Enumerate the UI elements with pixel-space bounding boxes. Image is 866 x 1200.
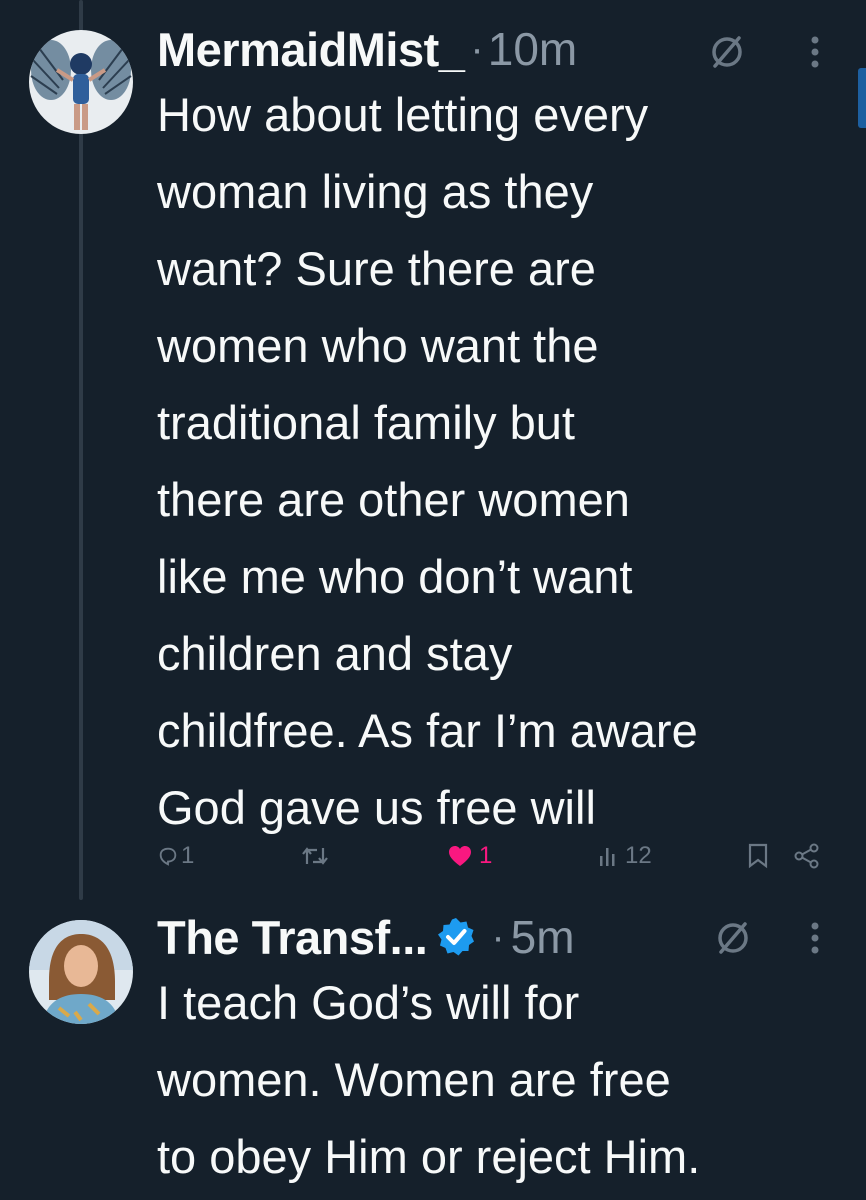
- tweet-text-line: traditional family but: [157, 396, 575, 449]
- tweet-text-line: childfree. As far I’m aware: [157, 704, 698, 757]
- bookmark-icon: [748, 843, 768, 869]
- tweet-text-line: How about letting every: [157, 88, 649, 141]
- views-icon: [600, 848, 615, 866]
- tweet-text-line: woman living as they: [157, 165, 594, 218]
- more-options-icon[interactable]: [809, 32, 821, 72]
- tweet-header: MermaidMist_ · 10m: [157, 12, 846, 86]
- tweet-text-line: women who want the: [157, 319, 599, 372]
- reply-button[interactable]: 1: [157, 836, 194, 876]
- tweet-actions: 1 1 12: [157, 836, 827, 876]
- like-count: 1: [479, 842, 493, 869]
- tweet-text-line: I teach God’s will for: [157, 976, 580, 1029]
- views-button[interactable]: 12: [597, 836, 652, 876]
- like-button[interactable]: 1: [447, 836, 492, 876]
- tweet-header: The Transf... · 5m: [157, 900, 846, 974]
- grok-icon[interactable]: [713, 918, 753, 958]
- retweet-icon: [302, 847, 328, 865]
- tweet-text-line: want? Sure there are: [157, 242, 596, 295]
- display-name[interactable]: The Transf...: [157, 910, 428, 965]
- retweet-button[interactable]: [301, 836, 329, 876]
- timestamp[interactable]: 10m: [488, 22, 577, 76]
- timestamp[interactable]: 5m: [511, 910, 575, 964]
- share-icon: [794, 843, 819, 869]
- tweet-text-line: women. Women are free: [157, 1053, 671, 1106]
- tweet[interactable]: The Transf... · 5m I teach God’s will fo…: [0, 900, 866, 1200]
- tweet-text-line: like me who don’t want: [157, 550, 633, 603]
- tweet-text-line: to obey Him or reject Him.: [157, 1130, 701, 1183]
- share-button[interactable]: [793, 836, 821, 876]
- tweet[interactable]: MermaidMist_ · 10m How about letting eve…: [0, 0, 866, 900]
- reply-count: 1: [181, 842, 195, 869]
- avatar[interactable]: [29, 920, 133, 1024]
- view-count: 12: [625, 842, 652, 869]
- tweet-text-line: children and stay: [157, 627, 513, 680]
- tweet-text-line: there are other women: [157, 473, 630, 526]
- avatar[interactable]: [29, 30, 133, 134]
- tweet-text: How about letting every woman living as …: [157, 76, 846, 846]
- grok-icon[interactable]: [707, 32, 747, 72]
- reply-icon: [159, 847, 177, 866]
- tweet-text: I teach God’s will for women. Women are …: [157, 964, 846, 1195]
- display-name[interactable]: MermaidMist_: [157, 22, 465, 77]
- verified-badge-icon[interactable]: [435, 916, 477, 958]
- bookmark-button[interactable]: [747, 836, 769, 876]
- separator-dot: ·: [491, 914, 505, 959]
- heart-icon: [449, 846, 471, 866]
- more-options-icon[interactable]: [809, 918, 821, 958]
- tweet-text-line: God gave us free will: [157, 781, 596, 834]
- separator-dot: ·: [470, 26, 484, 71]
